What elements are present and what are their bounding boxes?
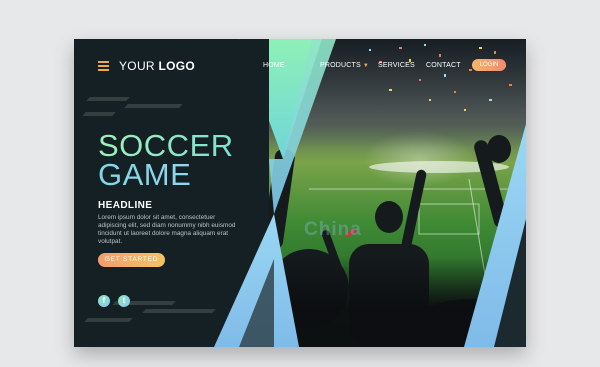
hero-title-line1: SOCCER xyxy=(98,128,234,163)
decorative-dash xyxy=(124,104,183,108)
hero-body-text: Lorem ipsum dolor sit amet, consectetuer… xyxy=(98,214,236,245)
get-started-button[interactable]: GET STARTED xyxy=(98,253,165,267)
hero-title-line2: GAME xyxy=(98,159,234,190)
nav-item-contact[interactable]: CONTACT xyxy=(426,62,461,69)
site-logo[interactable]: YOUR LOGO xyxy=(119,59,195,73)
login-button[interactable]: LOGIN xyxy=(472,59,506,71)
logo-logo-text: LOGO xyxy=(158,59,196,73)
facebook-icon[interactable]: f xyxy=(98,295,110,307)
top-navigation: YOUR LOGO HOME PRODUCTS ▼ SERVICES CONTAC… xyxy=(74,39,526,87)
decorative-dash xyxy=(142,309,216,313)
decorative-dash xyxy=(84,318,133,322)
watermark-text: China xyxy=(304,219,362,240)
hamburger-menu-icon[interactable] xyxy=(98,61,109,71)
hero-headline: HEADLINE xyxy=(98,200,153,211)
decorative-dash xyxy=(82,112,116,116)
landing-page-card: China YOUR LOGO HOME PRODUCTS ▼ SERVICES … xyxy=(74,39,526,347)
nav-item-products[interactable]: PRODUCTS ▼ xyxy=(320,62,369,69)
nav-item-home[interactable]: HOME xyxy=(263,62,285,69)
nav-item-services[interactable]: SERVICES xyxy=(378,62,415,69)
caret-down-icon: ▼ xyxy=(362,63,370,69)
twitter-icon[interactable]: t xyxy=(118,295,130,307)
hero-title: SOCCER GAME xyxy=(98,128,234,190)
decorative-dash xyxy=(86,97,130,101)
nav-item-products-label: PRODUCTS xyxy=(320,62,361,69)
logo-your-text: YOUR xyxy=(119,59,155,73)
